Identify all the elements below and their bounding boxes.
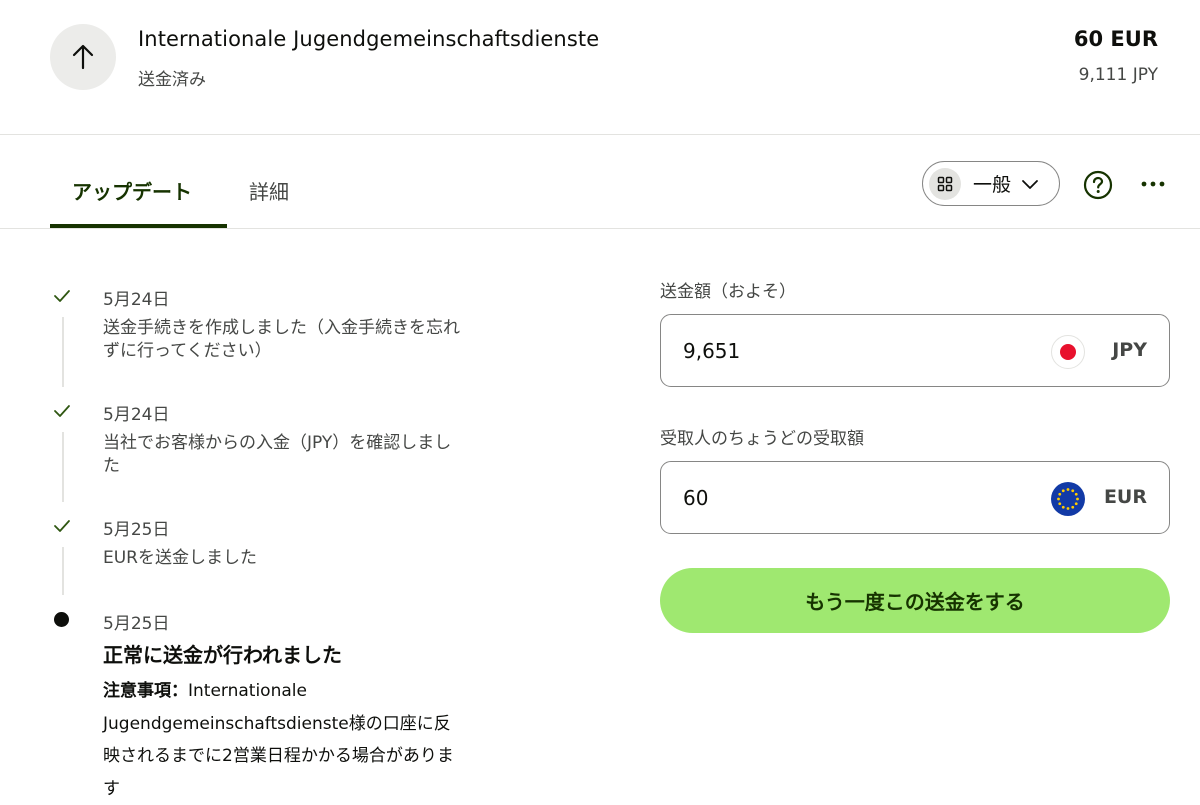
send-amount-field[interactable]: JPY: [660, 314, 1170, 387]
timeline-date: 5月24日: [103, 405, 170, 425]
send-amount-label: 送金額（およそ）: [660, 282, 796, 302]
timeline-date: 5月25日: [103, 520, 170, 540]
timeline-note: 注意事項：Internationale Jugendgemeinschaftsd…: [103, 675, 463, 805]
check-icon: [52, 286, 72, 306]
amount-sent: 9,111 JPY: [1078, 65, 1158, 85]
check-icon: [52, 401, 72, 421]
view-select[interactable]: 一般: [922, 161, 1060, 206]
timeline-event-text: 当社でお客様からの入金（JPY）を確認しました: [103, 433, 452, 476]
help-circle-icon[interactable]: [1083, 170, 1113, 200]
receive-amount-label: 受取人のちょうどの受取額: [660, 429, 864, 449]
grid-icon: [929, 167, 961, 200]
timeline-date: 5月25日: [103, 614, 170, 634]
timeline-event-text: 送金手続きを作成しました（入金手続きを忘れずに行ってください）: [103, 318, 460, 361]
transaction-status: 送金済み: [138, 70, 206, 90]
send-again-button[interactable]: もう一度この送金をする: [660, 568, 1170, 633]
send-amount-input[interactable]: [681, 335, 1021, 367]
eu-flag-icon: [1051, 482, 1085, 516]
timeline: 5月24日 送金手続きを作成しました（入金手続きを忘れずに行ってください） 5月…: [0, 229, 600, 801]
arrow-up-icon: [50, 24, 116, 90]
timeline-event-text: EURを送金しました: [103, 548, 257, 568]
chevron-down-icon: [1021, 178, 1039, 190]
recipient-name: Internationale Jugendgemeinschaftsdienst…: [138, 27, 600, 51]
timeline-date: 5月24日: [103, 290, 170, 310]
japan-flag-icon: [1051, 335, 1085, 369]
send-currency-code[interactable]: JPY: [1112, 339, 1147, 361]
active-tab-indicator: [50, 224, 227, 228]
timeline-connector: [62, 432, 64, 502]
timeline-connector: [62, 547, 64, 595]
transaction-header: Internationale Jugendgemeinschaftsdienst…: [0, 0, 1200, 135]
note-label: 注意事項：: [103, 681, 188, 701]
timeline-connector: [62, 317, 64, 387]
view-select-label: 一般: [973, 174, 1012, 196]
receive-amount-field[interactable]: EUR: [660, 461, 1170, 534]
amount-received: 60 EUR: [1073, 27, 1158, 51]
timeline-current-dot: [54, 612, 69, 627]
receive-amount-input[interactable]: [681, 482, 1021, 514]
check-icon: [52, 516, 72, 536]
receive-currency-code[interactable]: EUR: [1104, 486, 1147, 508]
more-dots-icon[interactable]: [1139, 174, 1167, 194]
timeline-final-heading: 正常に送金が行われました: [103, 643, 342, 667]
tabs-bar: アップデート 詳細 一般: [0, 136, 1200, 229]
tab-details[interactable]: 詳細: [249, 176, 289, 205]
tab-updates[interactable]: アップデート: [72, 176, 192, 205]
